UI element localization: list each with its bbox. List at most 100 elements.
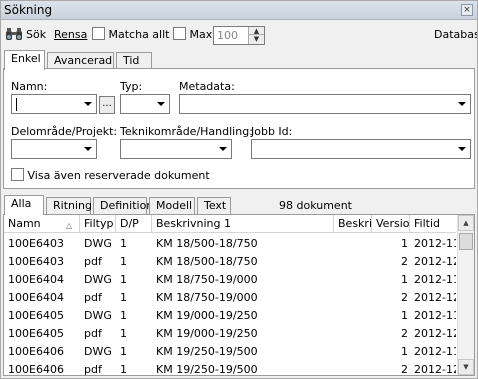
cell-version: 2 <box>401 327 408 340</box>
cell-description2 <box>334 289 372 307</box>
vertical-scrollbar[interactable]: ▲ ▼ <box>457 215 474 375</box>
type-combo[interactable] <box>120 94 170 114</box>
chevron-down-icon[interactable] <box>219 147 227 151</box>
subproject-combo[interactable] <box>11 139 97 159</box>
cell-filetype: pdf <box>84 327 102 340</box>
tab-definition[interactable]: Definition <box>93 197 153 214</box>
cell-description1: KM 18/750-19/000 <box>156 273 258 286</box>
cell-filetype: pdf <box>84 291 102 304</box>
text-cursor <box>16 98 17 111</box>
document-count: 98 dokument <box>279 199 352 212</box>
max-toggle[interactable]: Max <box>173 27 212 43</box>
chevron-down-icon[interactable] <box>157 102 165 106</box>
binoculars-icon[interactable] <box>5 27 23 41</box>
max-checkbox[interactable] <box>173 27 186 40</box>
tab-time[interactable]: Tid <box>116 52 152 69</box>
column-header-version[interactable]: Version <box>372 215 410 233</box>
show-reserved-toggle[interactable]: Visa även reserverade dokument <box>11 168 210 182</box>
scroll-up-icon[interactable]: ▲ <box>458 215 474 231</box>
job-id-combo[interactable] <box>251 139 471 159</box>
cell-description1: KM 19/000-19/250 <box>156 309 258 322</box>
scroll-thumb[interactable] <box>459 233 473 250</box>
sort-ascending-icon: △ <box>66 221 73 230</box>
table-row[interactable]: 100E6404 pdf 1 KM 18/750-19/000 2 2012-12 <box>4 289 456 307</box>
cell-filetime: 2012-11 <box>414 237 456 250</box>
cell-version: 2 <box>401 291 408 304</box>
column-header-filetime[interactable]: Filtid <box>410 215 456 233</box>
match-all-checkbox[interactable] <box>92 27 105 40</box>
cell-description1: KM 18/500-18/750 <box>156 237 258 250</box>
window-title: Sökning <box>4 3 53 17</box>
close-button[interactable]: × <box>461 4 473 16</box>
cell-filetype: DWG <box>84 309 112 322</box>
cell-description1: KM 18/750-19/000 <box>156 291 258 304</box>
tab-advanced[interactable]: Avancerad <box>47 52 114 69</box>
spin-down-icon[interactable]: ▼ <box>249 35 264 43</box>
cell-dp: 1 <box>120 309 127 322</box>
cell-filetime: 2012-11 <box>414 309 456 322</box>
max-label: Max <box>189 28 213 41</box>
tab-text[interactable]: Text <box>197 197 231 214</box>
column-header-name[interactable]: Namn △ <box>4 215 80 233</box>
search-panel: Sökning × Sök Rensa Matcha allt Max Data… <box>0 0 478 379</box>
cell-filetype: DWG <box>84 273 112 286</box>
chevron-down-icon[interactable] <box>84 147 92 151</box>
cell-description2 <box>334 307 372 325</box>
table-row[interactable]: 100E6404 DWG 1 KM 18/750-19/000 1 2012-11 <box>4 271 456 289</box>
max-count-spinner[interactable]: ▲ ▼ <box>248 27 264 44</box>
cell-filetype: DWG <box>84 345 112 358</box>
tab-all[interactable]: Alla <box>4 195 44 215</box>
cell-version: 1 <box>401 237 408 250</box>
cell-dp: 1 <box>120 237 127 250</box>
metadata-combo[interactable] <box>179 94 471 114</box>
type-label: Typ: <box>120 80 143 93</box>
cell-name: 100E6404 <box>8 273 64 286</box>
scroll-down-icon[interactable]: ▼ <box>458 359 474 375</box>
cell-description2 <box>334 235 372 253</box>
close-icon: × <box>463 5 471 15</box>
chevron-down-icon[interactable] <box>458 102 466 106</box>
cell-version: 2 <box>401 255 408 268</box>
tab-model[interactable]: Modell <box>149 197 195 214</box>
cell-filetype: DWG <box>84 237 112 250</box>
column-header-description2[interactable]: Beskriv <box>334 215 372 233</box>
match-all-toggle[interactable]: Matcha allt <box>92 27 169 43</box>
clear-button[interactable]: Rensa <box>54 27 87 43</box>
tech-area-label: Teknikområde/Handling: <box>120 125 253 138</box>
tab-simple[interactable]: Enkel <box>4 50 45 70</box>
cell-description2 <box>334 361 372 375</box>
table-row[interactable]: 100E6406 pdf 1 KM 19/250-19/500 2 2012-12 <box>4 361 456 376</box>
cell-description2 <box>334 343 372 361</box>
browse-button[interactable]: ... <box>99 96 115 114</box>
tech-area-combo[interactable] <box>120 139 232 159</box>
cell-version: 2 <box>401 363 408 376</box>
spin-up-icon[interactable]: ▲ <box>249 27 264 35</box>
cell-version: 1 <box>401 345 408 358</box>
results-grid[interactable]: Namn △ Filtyp D/P Beskrivning 1 Beskri v … <box>3 214 475 376</box>
name-label: Namn: <box>11 80 48 93</box>
column-header-filetype[interactable]: Filtyp <box>80 215 116 233</box>
table-row[interactable]: 100E6405 pdf 1 KM 19/000-19/250 2 2012-12 <box>4 325 456 343</box>
column-header-dp[interactable]: D/P <box>116 215 152 233</box>
chevron-down-icon[interactable] <box>458 147 466 151</box>
cell-version: 1 <box>401 273 408 286</box>
match-all-label: Matcha allt <box>108 28 170 41</box>
cell-description2 <box>334 271 372 289</box>
cell-filetime: 2012-12 <box>414 363 456 376</box>
name-combo[interactable] <box>11 94 97 114</box>
cell-dp: 1 <box>120 345 127 358</box>
chevron-down-icon[interactable] <box>84 102 92 106</box>
show-reserved-label: Visa även reserverade dokument <box>27 169 210 182</box>
table-row[interactable]: 100E6403 pdf 1 KM 18/500-18/750 2 2012-12 <box>4 253 456 271</box>
cell-name: 100E6403 <box>8 237 64 250</box>
search-button[interactable]: Sök <box>26 27 46 43</box>
table-row[interactable]: 100E6405 DWG 1 KM 19/000-19/250 1 2012-11 <box>4 307 456 325</box>
databases-button[interactable]: Databas <box>434 27 477 43</box>
table-row[interactable]: 100E6403 DWG 1 KM 18/500-18/750 1 2012-11 <box>4 235 456 253</box>
cell-dp: 1 <box>120 255 127 268</box>
cell-filetime: 2012-11 <box>414 273 456 286</box>
tab-drawing[interactable]: Ritning <box>46 197 92 214</box>
table-row[interactable]: 100E6406 DWG 1 KM 19/250-19/500 1 2012-11 <box>4 343 456 361</box>
column-header-description1[interactable]: Beskrivning 1 <box>152 215 334 233</box>
show-reserved-checkbox[interactable] <box>11 168 24 181</box>
